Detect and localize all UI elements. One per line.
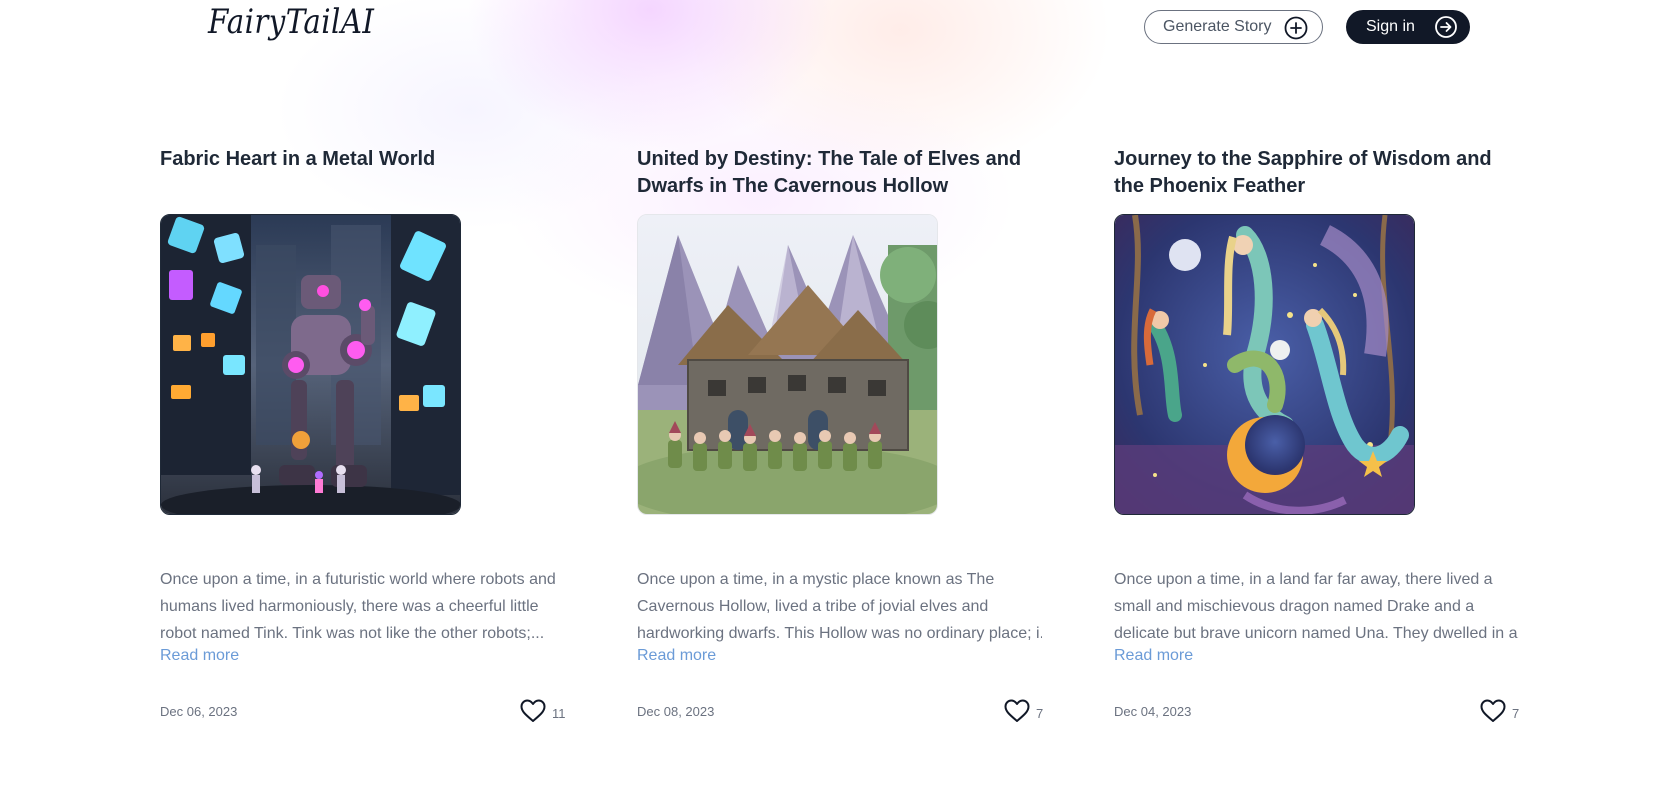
plus-circle-icon <box>1284 16 1308 45</box>
top-navigation: FairyTailAI Generate Story Sign in <box>0 0 1680 60</box>
excerpt-line: humans lived harmoniously, there was a c… <box>160 598 539 615</box>
story-image[interactable] <box>1114 214 1415 515</box>
story-card: Journey to the Sapphire of Wisdom and th… <box>1114 146 1534 736</box>
story-title[interactable]: United by Destiny: The Tale of Elves and… <box>637 146 1047 200</box>
read-more-link[interactable]: Read more <box>1114 647 1193 665</box>
story-card: Fabric Heart in a Metal World Once upon … <box>160 146 580 736</box>
like-button[interactable]: 11 <box>520 699 566 728</box>
like-button[interactable]: 7 <box>1004 699 1043 728</box>
read-more-link[interactable]: Read more <box>637 647 716 665</box>
story-title[interactable]: Journey to the Sapphire of Wisdom and th… <box>1114 146 1524 200</box>
story-date: Dec 04, 2023 <box>1114 704 1192 719</box>
story-image[interactable] <box>160 214 461 515</box>
generate-story-button[interactable]: Generate Story <box>1144 10 1323 44</box>
sign-in-label: Sign in <box>1366 18 1415 35</box>
like-count: 7 <box>1512 706 1520 721</box>
arrow-right-circle-icon <box>1434 15 1458 44</box>
like-count: 11 <box>552 706 566 721</box>
excerpt-line: Once upon a time, in a mystic place know… <box>637 571 995 588</box>
excerpt-line: small and mischievous dragon named Drake… <box>1114 598 1475 615</box>
excerpt-line: Once upon a time, in a futuristic world … <box>160 571 556 588</box>
sign-in-button[interactable]: Sign in <box>1346 10 1470 44</box>
heart-icon <box>520 699 546 728</box>
heart-icon <box>1004 699 1030 728</box>
story-excerpt: Once upon a time, in a land far far away… <box>1114 566 1519 647</box>
read-more-link[interactable]: Read more <box>160 647 239 665</box>
excerpt-line: hardworking dwarfs. This Hollow was no o… <box>637 625 1042 642</box>
like-count: 7 <box>1036 706 1044 721</box>
logo[interactable]: FairyTailAI <box>208 2 374 42</box>
story-date: Dec 06, 2023 <box>160 704 238 719</box>
story-card: United by Destiny: The Tale of Elves and… <box>637 146 1057 736</box>
heart-icon <box>1480 699 1506 728</box>
story-excerpt: Once upon a time, in a futuristic world … <box>160 566 565 647</box>
excerpt-line: robot named Tink. Tink was not like the … <box>160 625 545 642</box>
like-button[interactable]: 7 <box>1480 699 1519 728</box>
generate-story-label: Generate Story <box>1163 18 1272 35</box>
excerpt-line: delicate but brave unicorn named Una. Th… <box>1114 625 1519 642</box>
story-title[interactable]: Fabric Heart in a Metal World <box>160 146 570 173</box>
excerpt-line: Cavernous Hollow, lived a tribe of jovia… <box>637 598 989 615</box>
excerpt-line: Once upon a time, in a land far far away… <box>1114 571 1493 588</box>
story-date: Dec 08, 2023 <box>637 704 715 719</box>
story-excerpt: Once upon a time, in a mystic place know… <box>637 566 1042 647</box>
story-image[interactable] <box>637 214 938 515</box>
